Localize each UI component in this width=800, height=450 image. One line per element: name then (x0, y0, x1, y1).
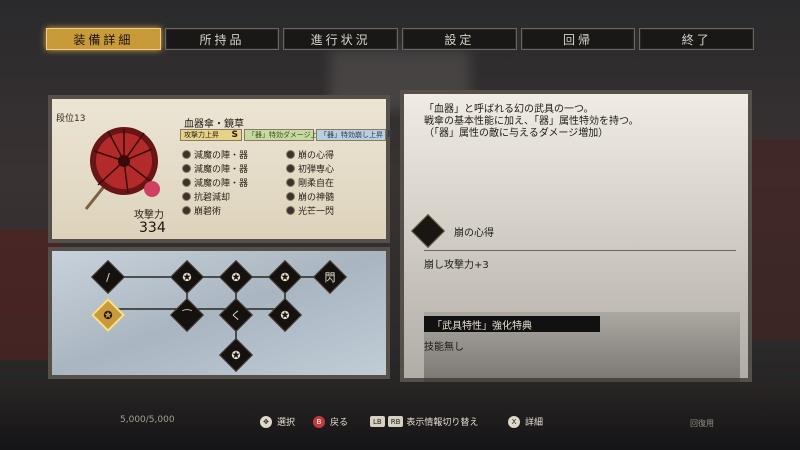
skill-icon (182, 150, 191, 159)
skill-label: 初弾専心 (298, 165, 335, 175)
skill-icon (286, 164, 295, 173)
skill-label: 減魔の陣・器 (194, 151, 249, 161)
skill-label: 崩の神髄 (298, 193, 335, 203)
umbrella-weapon-icon (84, 127, 160, 210)
control-back[interactable]: B 戻る (313, 415, 348, 428)
skill-label: 崩の心得 (298, 151, 335, 161)
tab-quit[interactable]: 終了 (639, 28, 755, 50)
skill-icon (286, 150, 295, 159)
badge-special-damage: 「器」特効ダメージ上昇 F (244, 129, 335, 141)
weapon-summary-panel: 段位13 攻撃力 334 血器傘・鏡草 攻撃力上昇 S 「器」特効ダメージ上昇 … (48, 95, 393, 243)
skill-icon (286, 192, 295, 201)
weapon-skill: 減魔の陣・器 (182, 148, 280, 161)
selected-skill: 崩の心得 (411, 214, 494, 248)
badge-grade: F (387, 130, 394, 140)
weapon-skill: 減魔の陣・器 (182, 176, 280, 189)
tab-return[interactable]: 回帰 (520, 28, 636, 50)
skill-icon (182, 206, 191, 215)
weapon-badges: 攻撃力上昇 S 「器」特効ダメージ上昇 F 「器」特効崩し上昇 F (180, 129, 393, 141)
description-line: （「器」属性の敵に与えるダメージ増加） (424, 128, 609, 139)
weapon-info-panel: 「血器」と呼ばれる幻の武具の一つ。 戦傘の基本性能に加え、「器」属性特効を持つ。… (400, 90, 752, 382)
node-glyph: 閃 (324, 271, 336, 284)
weapon-name: 血器傘・鏡草 (184, 119, 244, 130)
skill-icon (286, 178, 295, 187)
weapon-trait-text: 技能無し (424, 342, 464, 353)
rb-button-icon: RB (387, 416, 404, 427)
skill-label: 抗碧減却 (194, 193, 231, 203)
background-shrine-right (745, 140, 800, 340)
tab-progress[interactable]: 進行状況 (283, 28, 399, 50)
skill-label: 剛柔自在 (298, 179, 335, 189)
control-details[interactable]: X 詳細 (508, 415, 543, 428)
description-line: 「血器」と呼ばれる幻の武具の一つ。 (424, 104, 594, 115)
weapon-skill: 光芒一閃 (286, 204, 384, 217)
weapon-skill: 剛柔自在 (286, 176, 384, 189)
skill-label: 減魔の陣・器 (194, 179, 249, 189)
currency-display: 5,000/5,000 (120, 415, 175, 425)
skill-icon (286, 206, 295, 215)
control-label: 選択 (277, 418, 296, 428)
node-glyph: ✪ (280, 270, 290, 284)
selected-skill-name: 崩の心得 (454, 227, 494, 239)
node-glyph: ⁀ (182, 308, 192, 322)
badge-text: 「器」特効崩し上昇 (320, 131, 383, 139)
weapon-skill: 崩の神髄 (286, 190, 384, 203)
skill-label: 減魔の陣・器 (194, 165, 249, 175)
badge-special-break: 「器」特効崩し上昇 F (316, 129, 393, 141)
selected-skill-effect: 崩し攻撃力+3 (424, 260, 489, 271)
weapon-skill-list: 減魔の陣・器 崩の心得 減魔の陣・器 初弾専心 減魔の陣・器 剛柔自在 抗碧減却… (182, 148, 387, 217)
node-glyph: ✪ (231, 348, 241, 362)
control-label: 表示情報切り替え (406, 418, 479, 428)
attack-label: 攻撃力 (134, 210, 164, 221)
weapon-skill: 減魔の陣・器 (182, 162, 280, 175)
control-label: 詳細 (525, 418, 544, 428)
node-glyph: / (106, 270, 110, 284)
weapon-trait-header: 「武具特性」強化特典 (424, 316, 600, 332)
weapon-skill: 抗碧減却 (182, 190, 280, 203)
control-select[interactable]: ✥ 選択 (260, 415, 295, 428)
skill-label: 光芒一閃 (298, 207, 335, 217)
skill-label: 崩碧術 (194, 207, 222, 217)
tab-inventory[interactable]: 所持品 (164, 28, 280, 50)
node-glyph: ✪ (280, 308, 290, 322)
controls-bar: 5,000/5,000 ✥ 選択 B 戻る LB RB 表示情報切り替え X 詳… (0, 410, 800, 438)
weapon-skill: 崩の心得 (286, 148, 384, 161)
menu-tabs: 装備詳細 所持品 進行状況 設定 回帰 終了 (46, 28, 755, 50)
node-glyph: く (230, 309, 242, 322)
badge-text: 「器」特効ダメージ上昇 (248, 131, 325, 139)
skill-tree-panel: / ✪ ✪ ✪ 閃 ✪ ⁀ く ✪ ✪ (48, 247, 390, 379)
tab-equipment-details[interactable]: 装備詳細 (46, 28, 161, 50)
b-button-icon: B (313, 415, 325, 428)
skill-icon (182, 192, 191, 201)
badge-text: 攻撃力上昇 (184, 131, 219, 139)
control-toggle-info[interactable]: LB RB 表示情報切り替え (370, 415, 478, 428)
dpad-icon: ✥ (260, 415, 272, 428)
x-button-icon: X (508, 415, 520, 428)
description-line: 戦傘の基本性能に加え、「器」属性特効を持つ。 (424, 116, 639, 127)
lb-button-icon: LB (370, 416, 385, 427)
badge-grade: S (231, 130, 238, 140)
node-glyph: ✪ (103, 308, 113, 322)
attack-value: 334 (139, 220, 166, 236)
break-skill-icon (411, 214, 445, 248)
skill-icon (182, 178, 191, 187)
weapon-description: 「血器」と呼ばれる幻の武具の一つ。 戦傘の基本性能に加え、「器」属性特効を持つ。… (424, 104, 639, 140)
badge-attack-up: 攻撃力上昇 S (180, 129, 242, 141)
recovery-label: 回復用 (690, 419, 714, 428)
weapon-skill: 崩碧術 (182, 204, 280, 217)
control-label: 戻る (330, 418, 349, 428)
skill-icon (182, 164, 191, 173)
weapon-skill: 初弾専心 (286, 162, 384, 175)
node-glyph: ✪ (231, 270, 241, 284)
divider (424, 250, 736, 251)
tab-settings[interactable]: 設定 (402, 28, 517, 50)
node-glyph: ✪ (182, 270, 192, 284)
